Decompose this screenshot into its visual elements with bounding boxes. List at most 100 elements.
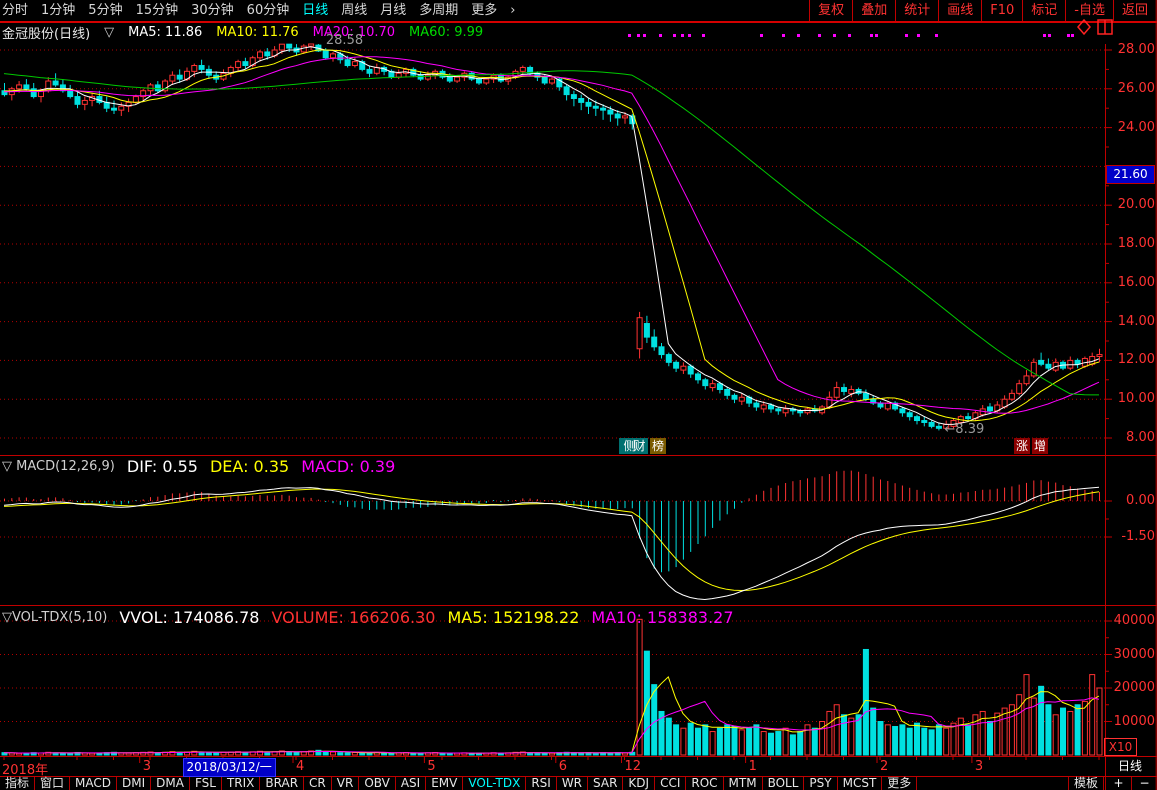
ma5-line — [4, 47, 1099, 425]
price-axis-label: 14.00 — [1108, 314, 1155, 329]
month-label: 12 — [625, 759, 642, 774]
volume-axis-label: 40000 — [1108, 613, 1155, 628]
indicator-button-EMV[interactable]: EMV — [426, 777, 463, 790]
action-button-叠加[interactable]: 叠加 — [852, 0, 895, 21]
action-button-返回[interactable]: 返回 — [1113, 0, 1156, 21]
price-axis-label: 8.00 — [1108, 430, 1155, 445]
period-tab-5分钟[interactable]: 5分钟 — [88, 0, 122, 21]
event-flag-涨[interactable]: 涨 — [1014, 438, 1030, 454]
month-label: 1 — [749, 759, 757, 774]
indicator-button-VR[interactable]: VR — [332, 777, 360, 790]
price-axis-label: 12.00 — [1108, 352, 1155, 367]
volume-axis-label: 20000 — [1108, 680, 1155, 695]
indicator-button-窗口[interactable]: 窗口 — [35, 777, 70, 790]
indicator-button-RSI[interactable]: RSI — [526, 777, 557, 790]
period-tab-更多[interactable]: 更多 — [471, 0, 497, 21]
action-button-画线[interactable]: 画线 — [938, 0, 981, 21]
indicator-button-OBV[interactable]: OBV — [359, 777, 396, 790]
indicator-button-指标[interactable]: 指标 — [0, 777, 35, 790]
volume-unit-box: X10 — [1104, 738, 1137, 756]
month-label: 5 — [427, 759, 435, 774]
macd-value-item: DIF: 0.55 — [127, 457, 198, 476]
price-axis-label: 26.00 — [1108, 81, 1155, 96]
month-label: 3 — [975, 759, 983, 774]
indicator-toolbar: 指标窗口MACDDMIDMAFSLTRIXBRARCRVROBVASIEMVVO… — [0, 777, 1104, 790]
price-axis-label: 20.00 — [1108, 197, 1155, 212]
macd-histogram — [5, 471, 1100, 573]
event-marker-dots — [628, 34, 1074, 37]
period-tab-月线[interactable]: 月线 — [380, 0, 406, 21]
action-button-标记[interactable]: 标记 — [1022, 0, 1065, 21]
low-price-label: ←8.39 — [944, 422, 984, 437]
action-button-统计[interactable]: 统计 — [895, 0, 938, 21]
indicator-button-ASI[interactable]: ASI — [396, 777, 426, 790]
collapse-caret-icon[interactable]: ▽VOL-TDX(5,10) — [2, 610, 107, 625]
period-tab-60分钟[interactable]: 60分钟 — [247, 0, 290, 21]
volume-panel-header: ▽VOL-TDX(5,10) VVOL: 174086.78 VOLUME: 16… — [2, 609, 734, 625]
indicator-button-MACD[interactable]: MACD — [70, 777, 117, 790]
indicator-button-DMI[interactable]: DMI — [117, 777, 151, 790]
toolbar-spacer — [917, 777, 1068, 790]
volume-value-item: VOLUME: 166206.30 — [271, 608, 435, 627]
action-button-F10[interactable]: F10 — [981, 0, 1022, 21]
indicator-button-更多[interactable]: 更多 — [882, 777, 917, 790]
month-label: 2 — [880, 759, 888, 774]
indicator-button-FSL[interactable]: FSL — [190, 777, 222, 790]
indicator-button-KDJ[interactable]: KDJ — [623, 777, 655, 790]
left-arrow-icon: ← — [944, 422, 955, 437]
price-axis-label: 10.00 — [1108, 391, 1155, 406]
period-tab-周线[interactable]: 周线 — [341, 0, 367, 21]
event-flag-榜[interactable]: 榜 — [650, 438, 666, 454]
volume-axis-label: 10000 — [1108, 714, 1155, 729]
drawing-indicator-icons — [1076, 18, 1116, 40]
volume-value-item: MA5: 152198.22 — [447, 608, 579, 627]
volume-ma10-line — [4, 698, 1099, 753]
event-flag-侧财[interactable]: 侧财 — [619, 438, 648, 454]
template-button[interactable]: 模板 — [1068, 777, 1104, 790]
volume-bars — [2, 619, 1102, 755]
indicator-button-SAR[interactable]: SAR — [588, 777, 623, 790]
period-tab-分时[interactable]: 分时 — [2, 0, 28, 21]
collapse-caret-icon[interactable]: ▽ MACD(12,26,9) — [2, 459, 115, 474]
price-axis-label: 18.00 — [1108, 236, 1155, 251]
collapse-caret-icon[interactable]: ▽ — [104, 25, 114, 40]
split-box-icon[interactable] — [1098, 20, 1112, 34]
zoom-out-button[interactable]: − — [1131, 777, 1157, 790]
stock-title: 金冠股份(日线) — [2, 23, 90, 42]
indicator-button-DMA[interactable]: DMA — [151, 777, 190, 790]
ma-legend-item: MA5: 11.86 — [128, 25, 202, 40]
volume-value-item: MA10: 158383.27 — [591, 608, 733, 627]
indicator-button-BRAR[interactable]: BRAR — [260, 777, 304, 790]
indicator-button-CCI[interactable]: CCI — [655, 777, 686, 790]
indicator-button-TRIX[interactable]: TRIX — [222, 777, 260, 790]
indicator-button-PSY[interactable]: PSY — [804, 777, 837, 790]
volume-value-item: VVOL: 174086.78 — [119, 608, 259, 627]
indicator-button-MCST[interactable]: MCST — [838, 777, 883, 790]
period-tab-多周期[interactable]: 多周期 — [419, 0, 458, 21]
ma60-line — [4, 71, 1099, 395]
action-button-复权[interactable]: 复权 — [809, 0, 852, 21]
tdx-app-window: 分时1分钟5分钟15分钟30分钟60分钟日线周线月线多周期更多› 复权叠加统计画… — [0, 0, 1157, 790]
price-axis-label: 24.00 — [1108, 120, 1155, 135]
period-tab-15分钟[interactable]: 15分钟 — [136, 0, 179, 21]
ma-legend-item: MA60: 9.99 — [409, 25, 483, 40]
indicator-button-CR[interactable]: CR — [304, 777, 332, 790]
ma10-line — [4, 50, 1099, 421]
event-flag-增[interactable]: 增 — [1032, 438, 1048, 454]
high-price-label: 28.58 — [326, 33, 363, 48]
period-tab-日线[interactable]: 日线 — [302, 0, 328, 21]
chart-canvas[interactable] — [0, 0, 1157, 790]
indicator-button-BOLL[interactable]: BOLL — [763, 777, 805, 790]
indicator-button-WR[interactable]: WR — [557, 777, 588, 790]
chart-title-bar: 金冠股份(日线) ▽ MA5: 11.86MA10: 11.76MA20: 10… — [2, 23, 483, 41]
period-tab-1分钟[interactable]: 1分钟 — [41, 0, 75, 21]
indicator-button-ROC[interactable]: ROC — [686, 777, 723, 790]
indicator-button-MTM[interactable]: MTM — [724, 777, 763, 790]
diamond-icon[interactable] — [1078, 20, 1090, 34]
price-axis-label: 16.00 — [1108, 275, 1155, 290]
period-tab-30分钟[interactable]: 30分钟 — [191, 0, 234, 21]
zoom-in-button[interactable]: + — [1105, 777, 1131, 790]
more-chevron-icon[interactable]: › — [510, 0, 515, 21]
macd-axis-label: -1.50 — [1108, 529, 1155, 544]
indicator-button-VOL-TDX[interactable]: VOL-TDX — [463, 777, 526, 790]
